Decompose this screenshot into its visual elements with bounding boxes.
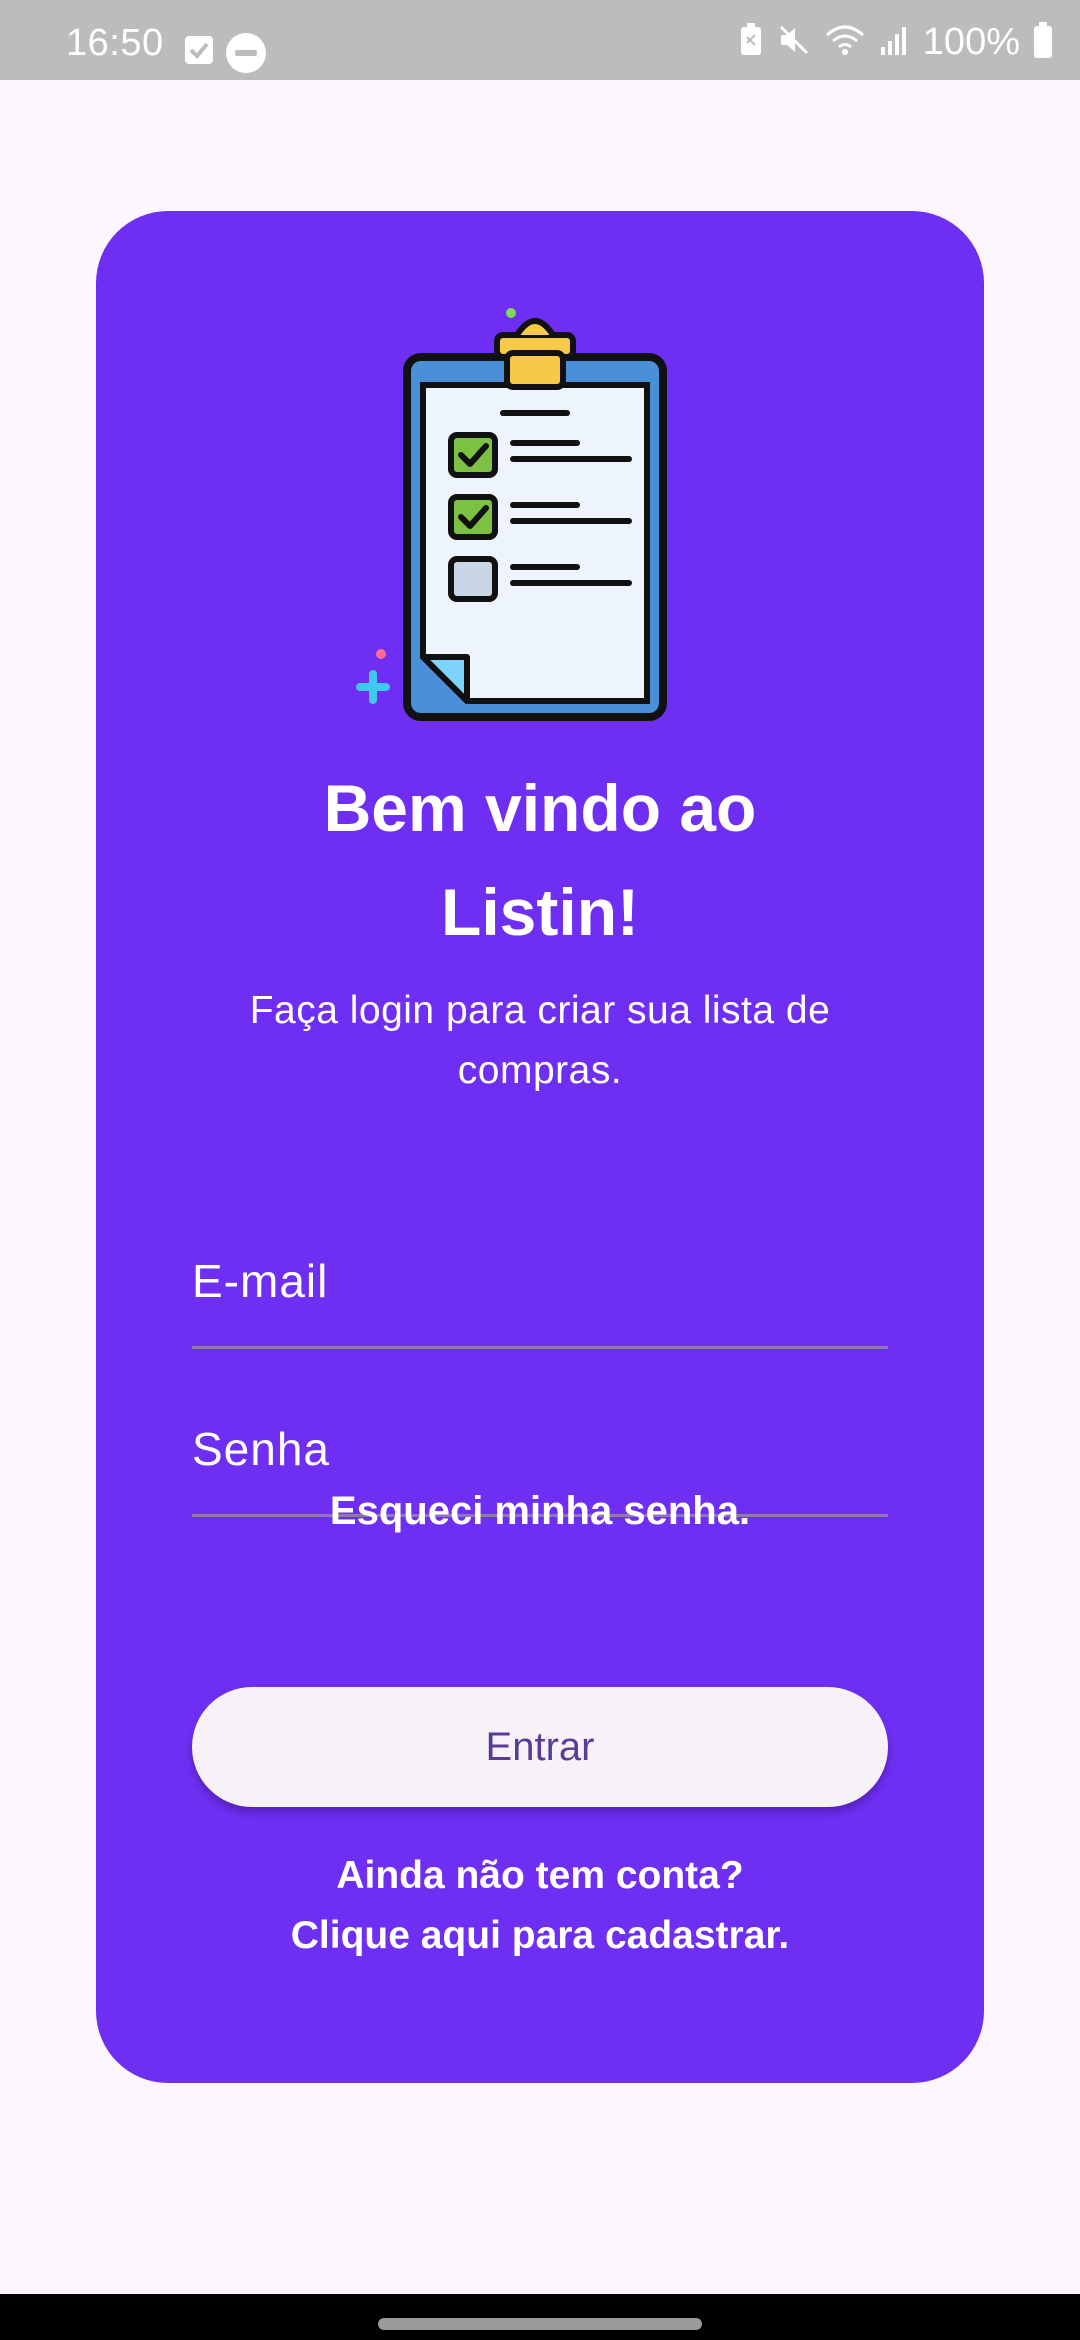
status-time: 16:50 bbox=[66, 22, 164, 64]
register-line2: Clique aqui para cadastrar. bbox=[290, 1914, 790, 1957]
signal-icon bbox=[879, 23, 909, 62]
forgot-password-link[interactable]: Esqueci minha senha. bbox=[96, 1481, 984, 1541]
check-square-icon bbox=[185, 36, 213, 64]
battery-icon bbox=[1034, 22, 1052, 58]
wifi-icon bbox=[825, 23, 865, 62]
login-card: Bem vindo ao Listin! Faça login para cri… bbox=[96, 211, 984, 2083]
welcome-title-line2: Listin! bbox=[441, 875, 639, 949]
email-input[interactable] bbox=[192, 1254, 888, 1308]
register-link[interactable]: Ainda não tem conta? Clique aqui para ca… bbox=[96, 1846, 984, 1966]
password-input[interactable] bbox=[192, 1422, 888, 1476]
welcome-title: Bem vindo ao Listin! bbox=[96, 756, 984, 964]
navigation-bar bbox=[0, 2294, 1080, 2340]
register-line1: Ainda não tem conta? bbox=[336, 1854, 744, 1897]
status-bar: 16:50 100% bbox=[0, 0, 1080, 80]
battery-percent: 100% bbox=[922, 20, 1020, 63]
do-not-disturb-icon bbox=[226, 33, 266, 73]
welcome-title-line1: Bem vindo ao bbox=[323, 771, 757, 845]
battery-saver-icon bbox=[739, 22, 763, 62]
enter-button[interactable]: Entrar bbox=[192, 1687, 888, 1807]
mute-icon bbox=[777, 23, 811, 62]
login-subtitle: Faça login para criar sua lista de compr… bbox=[249, 989, 831, 1092]
home-gesture-handle[interactable] bbox=[378, 2318, 702, 2330]
clipboard-checklist-icon bbox=[351, 301, 731, 731]
email-field bbox=[192, 1216, 888, 1349]
